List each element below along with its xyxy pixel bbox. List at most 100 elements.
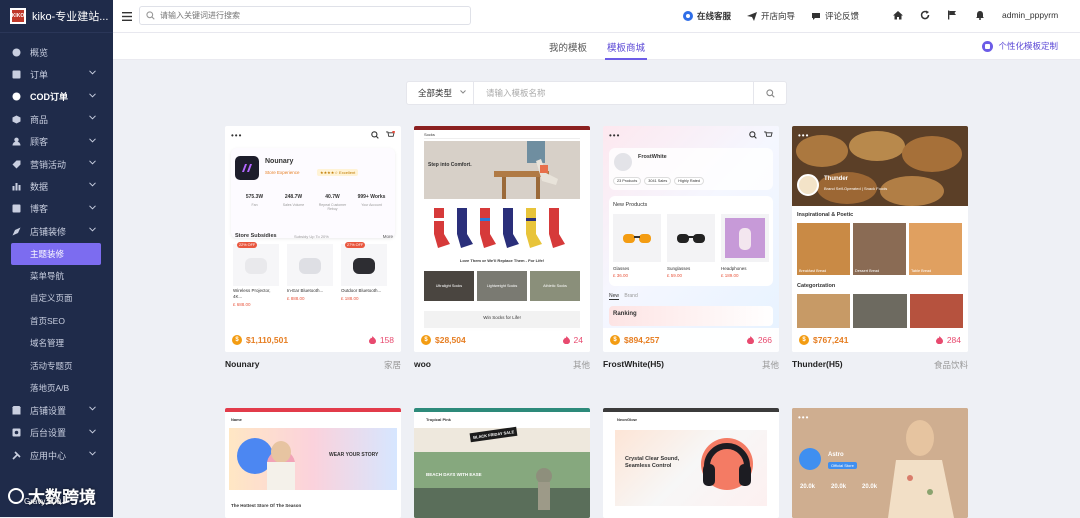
preview-stat-label: Fan bbox=[251, 203, 258, 207]
template-search-button[interactable] bbox=[754, 82, 786, 104]
preview-section-title: Categorization bbox=[797, 283, 836, 289]
preview-product-image bbox=[667, 214, 715, 262]
sidebar-item-data[interactable]: 数据 bbox=[0, 175, 113, 197]
comment-icon bbox=[812, 12, 820, 20]
likes-count: 158 bbox=[379, 335, 394, 345]
preview-stat-value: 999+ Works bbox=[357, 194, 386, 200]
preview-tab-new: New bbox=[609, 293, 620, 300]
sidebar-subitem[interactable]: 域名管理 bbox=[0, 332, 113, 354]
sidebar: KIKO kiko-专业建站... 概览 订单 COD订单 商品 顾客 营销活动 数据 博客店… bbox=[0, 0, 113, 517]
sidebar-item-marketing[interactable]: 营销活动 bbox=[0, 153, 113, 175]
chevron-down-icon bbox=[89, 182, 96, 187]
template-card-woo[interactable]: Socks Step into Comfort. Love Them or We… bbox=[414, 126, 590, 352]
bell-icon[interactable] bbox=[975, 10, 985, 20]
flag-icon[interactable] bbox=[947, 10, 957, 20]
preview-tab-brand: Brand bbox=[624, 293, 638, 299]
sidebar-subitem[interactable]: 自定义页面 bbox=[0, 287, 113, 309]
headset-icon bbox=[683, 11, 693, 21]
chevron-down-icon bbox=[89, 429, 96, 434]
sidebar-subitem[interactable]: 首页SEO bbox=[0, 310, 113, 332]
preview-stat: 575.3W Fan bbox=[237, 188, 273, 230]
preview-hero-image bbox=[424, 141, 580, 199]
sidebar-item-label: 概览 bbox=[30, 47, 49, 58]
online-service-button[interactable]: 在线客服 bbox=[683, 10, 731, 22]
user-menu[interactable]: admin_pppyrm bbox=[1002, 10, 1058, 20]
preview-item: Dessert Bread bbox=[853, 223, 906, 275]
sidebar-item-label: 顾客 bbox=[30, 137, 49, 148]
preview-store-sub: Store Experience bbox=[265, 170, 300, 175]
menu-toggle-icon[interactable] bbox=[122, 11, 134, 21]
sidebar-item-admin-settings[interactable]: 后台设置 bbox=[0, 422, 113, 444]
preview-category-box: Lightweight Socks bbox=[477, 271, 527, 301]
template-card-row2-2[interactable]: Tropical Pink BLACK FRIDAY SALE BEACH DA… bbox=[414, 408, 590, 518]
template-category: 其他 bbox=[761, 360, 779, 370]
custom-template-link[interactable]: 个性化模板定制 bbox=[982, 40, 1058, 52]
coin-icon: $ bbox=[232, 335, 242, 345]
preview-product-name: Sunglasses bbox=[667, 266, 691, 271]
sidebar-item-customer[interactable]: 顾客 bbox=[0, 131, 113, 153]
sidebar-subitem[interactable]: 落地页A/B bbox=[0, 377, 113, 399]
sidebar-item-label: 后台设置 bbox=[30, 428, 67, 439]
preview-product-name: Glasses bbox=[613, 266, 630, 271]
search-icon bbox=[371, 131, 379, 139]
preview-top-strip bbox=[414, 126, 590, 130]
sidebar-item-blog[interactable]: 博客 bbox=[0, 198, 113, 220]
home-icon[interactable] bbox=[893, 10, 903, 20]
preview-section-sub: Subsidy Up To 20% bbox=[294, 234, 329, 239]
watermark-logo bbox=[8, 487, 24, 504]
sidebar-item-store-settings[interactable]: 店铺设置 bbox=[0, 399, 113, 421]
sidebar-subitem[interactable]: 主题装修 bbox=[11, 242, 101, 265]
preview-store-sub: Official Store bbox=[828, 462, 857, 469]
sidebar-item-dashboard[interactable]: 概览 bbox=[0, 41, 113, 63]
sidebar-item-app-center[interactable]: 应用中心 bbox=[0, 444, 113, 466]
template-card-row2-1[interactable]: Name WEAR YOUR STORY The Hottest Store O… bbox=[225, 408, 401, 518]
tab-my-templates[interactable]: 我的模板 bbox=[549, 40, 587, 54]
sidebar-item-order[interactable]: 订单 bbox=[0, 63, 113, 85]
preview-stats: 20.0k 20.0k 20.0k bbox=[800, 484, 877, 490]
card-footer: $ $28,504 24 bbox=[414, 328, 590, 352]
template-label-woo: woo 其他 bbox=[414, 359, 590, 371]
sidebar-subitem[interactable]: 活动专题页 bbox=[0, 354, 113, 376]
tab-template-market[interactable]: 模板商城 bbox=[604, 40, 648, 60]
preview-item-label: Table Bread bbox=[911, 269, 932, 273]
sidebar-item-decoration[interactable]: 店铺装修 bbox=[0, 220, 113, 242]
cart-icon bbox=[764, 131, 773, 139]
template-card-frostwhite[interactable]: ••• FrostWhite 23 Products 3041 Sales High… bbox=[603, 126, 779, 352]
type-select[interactable]: 全部类型 bbox=[407, 82, 474, 104]
template-name-input[interactable]: 请输入模板名称 bbox=[474, 82, 754, 104]
sidebar-item-cod[interactable]: COD订单 bbox=[0, 86, 113, 108]
template-likes: 266 bbox=[746, 335, 772, 345]
top-bar: 在线客服 开店向导 评论反馈 admin_pppyrm bbox=[113, 0, 1080, 33]
preview-product-image bbox=[613, 214, 661, 262]
preview-product-price: £ 59.00 bbox=[667, 273, 683, 278]
global-search[interactable] bbox=[139, 6, 471, 25]
more-icon: ••• bbox=[231, 131, 243, 140]
sidebar-subitem[interactable]: 菜单导航 bbox=[0, 265, 113, 287]
preview-hero-text: Crystal Clear Sound, Seamless Control bbox=[625, 456, 680, 469]
custom-icon bbox=[982, 40, 994, 52]
coin-icon: $ bbox=[421, 335, 431, 345]
preview-section-title: New Products bbox=[613, 202, 648, 208]
search-icon bbox=[749, 131, 757, 139]
preview-badge-text: Excellent bbox=[339, 170, 356, 175]
preview-product-price: £ 36.00 bbox=[613, 273, 629, 278]
store-guide-button[interactable]: 开店向导 bbox=[747, 10, 795, 22]
sidebar-item-product[interactable]: 商品 bbox=[0, 108, 113, 130]
thunder-logo bbox=[797, 174, 819, 196]
refresh-icon[interactable] bbox=[920, 10, 930, 20]
preview-stat-value: 40.7W bbox=[325, 194, 340, 200]
preview-section-title: Inspirational & Poetic bbox=[797, 212, 854, 218]
preview-item: Breakfast Bread bbox=[797, 223, 850, 275]
template-card-thunder[interactable]: ••• Thunder Brand Self-Operated | Snack … bbox=[792, 126, 968, 352]
preview-stat-label: Sales Volume bbox=[282, 203, 305, 207]
template-price: $767,241 bbox=[813, 335, 849, 345]
feedback-button[interactable]: 评论反馈 bbox=[811, 10, 859, 22]
search-input[interactable] bbox=[160, 11, 460, 20]
template-card-nounary[interactable]: ••• Nounary Store Experience ★★★★☆ Excel… bbox=[225, 126, 401, 352]
brand[interactable]: KIKO kiko-专业建站... bbox=[0, 0, 113, 33]
preview-chips: 23 Products 3041 Sales Highly Rated bbox=[613, 177, 705, 185]
template-card-row2-4[interactable]: ••• Astro Official Store 20.0k 20.0k 20.0k bbox=[792, 408, 968, 518]
preview-products: 22% OFF Wireless Projector, 4K... £ 688.00… bbox=[233, 242, 401, 307]
template-card-row2-3[interactable]: NeonGlow Crystal Clear Sound, Seamless C… bbox=[603, 408, 779, 518]
preview-product-image bbox=[721, 214, 769, 262]
